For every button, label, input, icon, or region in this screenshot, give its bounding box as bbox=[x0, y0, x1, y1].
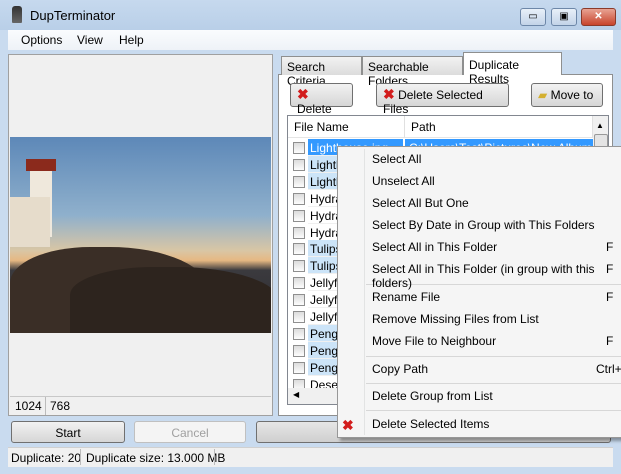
delete-checked-icon: ✖ bbox=[383, 86, 395, 102]
window-title: DupTerminator bbox=[30, 8, 116, 23]
menu-item[interactable]: Move File to Neighbour bbox=[372, 334, 496, 348]
row-checkbox[interactable] bbox=[293, 226, 305, 239]
start-button[interactable]: Start bbox=[11, 421, 125, 443]
menu-item[interactable]: Delete Group from List bbox=[372, 389, 493, 403]
row-checkbox[interactable] bbox=[293, 158, 305, 171]
tab-searchable-folders[interactable]: Searchable Folders bbox=[362, 56, 463, 88]
row-checkbox[interactable] bbox=[293, 327, 305, 340]
menu-shortcut: F bbox=[606, 262, 614, 276]
menu-shortcut: F bbox=[606, 240, 614, 254]
move-to-button[interactable]: ▰ Move to bbox=[531, 83, 603, 107]
image-preview bbox=[10, 137, 271, 333]
menu-item[interactable]: Unselect All bbox=[372, 174, 435, 188]
menu-help[interactable]: Help bbox=[119, 33, 144, 47]
image-height: 768 bbox=[50, 399, 71, 413]
menu-item[interactable]: Remove Missing Files from List bbox=[372, 312, 539, 326]
menu-view[interactable]: View bbox=[77, 33, 103, 47]
menu-item[interactable]: Delete Selected Items bbox=[372, 417, 489, 431]
row-checkbox[interactable] bbox=[293, 277, 305, 290]
image-dimensions: 1024 768 bbox=[10, 396, 271, 415]
menu-item[interactable]: Select All But One bbox=[372, 196, 469, 210]
delete-selected-files-button[interactable]: ✖ Delete Selected Files bbox=[376, 83, 509, 116]
menu-separator bbox=[366, 410, 621, 411]
menu-item[interactable]: Copy Path bbox=[372, 362, 428, 376]
menu-item[interactable]: Select All in This Folder bbox=[372, 240, 497, 254]
duplicate-count: Duplicate: 20 bbox=[11, 451, 82, 465]
row-checkbox[interactable] bbox=[293, 175, 305, 188]
column-path[interactable]: Path bbox=[405, 116, 593, 138]
menu-separator bbox=[366, 356, 621, 357]
menu-item[interactable]: Select By Date in Group with This Folder… bbox=[372, 218, 595, 232]
row-checkbox[interactable] bbox=[293, 344, 305, 357]
menu-shortcut: F bbox=[606, 334, 614, 348]
row-checkbox[interactable] bbox=[293, 243, 305, 256]
tab-search-criteria[interactable]: Search Criteria bbox=[281, 56, 362, 88]
menu-options[interactable]: Options bbox=[21, 33, 62, 47]
duplicate-size: Duplicate size: 13.000 MB bbox=[86, 451, 226, 465]
menu-item[interactable]: Select All in This Folder (in group with… bbox=[372, 262, 621, 290]
delete-x-icon: ✖ bbox=[297, 86, 309, 102]
context-menu: Select All Unselect All Select All But One… bbox=[337, 146, 621, 438]
row-checkbox[interactable] bbox=[293, 142, 305, 154]
folder-arrow-icon: ▰ bbox=[538, 88, 548, 102]
delete-button[interactable]: ✖ Delete bbox=[290, 83, 353, 116]
row-checkbox[interactable] bbox=[293, 361, 305, 374]
menu-item[interactable]: Rename File bbox=[372, 290, 440, 304]
tab-duplicate-results[interactable]: Duplicate Results bbox=[463, 52, 562, 86]
image-width: 1024 bbox=[15, 399, 42, 413]
app-icon bbox=[12, 6, 22, 23]
row-checkbox[interactable] bbox=[293, 260, 305, 273]
row-checkbox[interactable] bbox=[293, 311, 305, 323]
maximize-button[interactable]: ▣ bbox=[551, 8, 577, 26]
minimize-button[interactable]: ▭ bbox=[520, 8, 546, 26]
delete-selected-icon: ✖ bbox=[342, 417, 354, 433]
menu-item[interactable]: Select All bbox=[372, 152, 421, 166]
row-checkbox[interactable] bbox=[293, 209, 305, 222]
row-checkbox[interactable] bbox=[293, 192, 305, 205]
column-file-name[interactable]: File Name bbox=[288, 116, 405, 138]
row-checkbox[interactable] bbox=[293, 294, 305, 307]
menu-separator bbox=[366, 383, 621, 384]
cancel-button[interactable]: Cancel bbox=[134, 421, 246, 443]
menu-shortcut: Ctrl+ bbox=[596, 362, 621, 376]
menu-shortcut: F bbox=[606, 290, 614, 304]
close-button[interactable]: ✕ bbox=[581, 8, 616, 26]
